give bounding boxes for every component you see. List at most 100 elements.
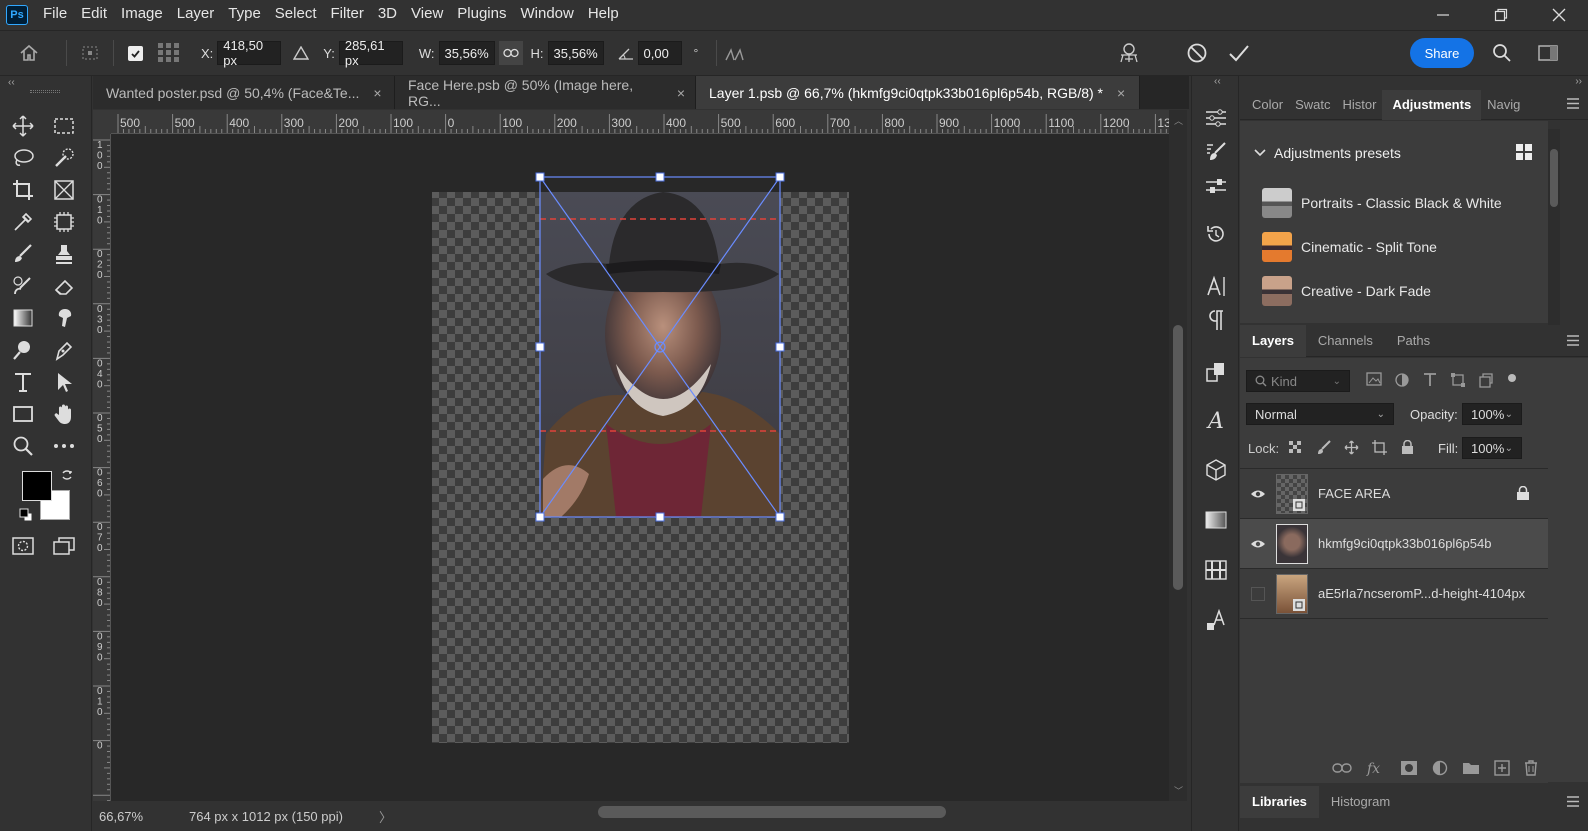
marquee-tool-icon[interactable]	[50, 112, 78, 140]
blend-mode-dropdown[interactable]: Normal ⌄	[1246, 403, 1394, 425]
stamp-tool-icon[interactable]	[50, 240, 78, 268]
doc-tab-layer1[interactable]: Layer 1.psb @ 66,7% (hkmfg9ci0qtpk33b016…	[696, 76, 1140, 109]
reference-checkbox[interactable]	[128, 45, 143, 61]
foreground-color-swatch[interactable]	[22, 471, 52, 501]
visibility-eye-icon[interactable]	[1240, 539, 1276, 549]
character-icon[interactable]	[1202, 272, 1230, 300]
delta-icon[interactable]	[293, 46, 310, 60]
history-icon[interactable]	[1202, 220, 1230, 248]
history-brush-tool-icon[interactable]	[9, 272, 37, 300]
preset-split-tone[interactable]: Cinematic - Split Tone	[1262, 231, 1437, 263]
paragraph-icon[interactable]	[1202, 306, 1230, 334]
layer-name[interactable]: FACE AREA	[1318, 486, 1390, 501]
minimize-button[interactable]	[1414, 0, 1472, 29]
canvas-area[interactable]	[111, 134, 1169, 801]
smudge-tool-icon[interactable]	[50, 304, 78, 332]
close-icon[interactable]: ×	[1117, 85, 1125, 101]
share-button[interactable]: Share	[1410, 38, 1474, 68]
grip-icon[interactable]	[30, 90, 60, 93]
menu-help[interactable]: Help	[581, 0, 626, 29]
menu-image[interactable]: Image	[114, 0, 170, 29]
glyphs-icon[interactable]	[1202, 358, 1230, 386]
menu-window[interactable]: Window	[513, 0, 580, 29]
home-icon[interactable]	[0, 43, 58, 63]
tab-history[interactable]: Histor	[1336, 90, 1382, 120]
preset-dark-fade[interactable]: Creative - Dark Fade	[1262, 275, 1431, 307]
horizontal-ruler[interactable]: 500 500 400 300 200 100 0 100 200 300 400 500 600 700…	[111, 110, 1169, 134]
panel-menu-icon[interactable]	[1566, 796, 1580, 807]
adjustments-sliders-icon[interactable]	[1202, 172, 1230, 200]
menu-edit[interactable]: Edit	[74, 0, 114, 29]
panel-menu-icon[interactable]	[1566, 98, 1580, 109]
interpolation-icon[interactable]	[725, 45, 747, 61]
reference-grid-icon[interactable]	[157, 42, 181, 64]
search-icon[interactable]	[1492, 43, 1512, 63]
cancel-transform-icon[interactable]	[1186, 42, 1208, 64]
tab-channels[interactable]: Channels	[1306, 326, 1385, 356]
vertical-scrollbar[interactable]: ︿ ﹀	[1169, 110, 1187, 801]
layer-name[interactable]: aE5rIa7ncseromP...d-height-4104px	[1318, 586, 1525, 601]
collapse-panels-icon[interactable]: ››	[1575, 76, 1582, 87]
brush-tool-icon[interactable]	[9, 240, 37, 268]
preset-bw[interactable]: Portraits - Classic Black & White	[1262, 187, 1502, 219]
eraser-tool-icon[interactable]	[50, 272, 78, 300]
layer-row-background-image[interactable]: aE5rIa7ncseromP...d-height-4104px	[1240, 569, 1548, 619]
y-position-field[interactable]: 285,61 px	[338, 38, 403, 68]
pen-tool-icon[interactable]	[50, 336, 78, 364]
restore-button[interactable]	[1472, 0, 1530, 29]
layer-row-portrait[interactable]: hkmfg9ci0qtpk33b016pl6p54b	[1240, 519, 1548, 569]
frame-tool-icon[interactable]	[50, 176, 78, 204]
close-icon[interactable]: ×	[373, 85, 381, 101]
gradient-tool-icon[interactable]	[9, 304, 37, 332]
status-menu-arrow[interactable]: 〉	[379, 807, 392, 826]
adjustments-presets-header[interactable]: Adjustments presets	[1254, 145, 1401, 161]
grid-view-icon[interactable]	[1515, 143, 1533, 161]
brush-settings-icon[interactable]	[1202, 138, 1230, 166]
default-colors-icon[interactable]	[19, 508, 33, 522]
menu-type[interactable]: Type	[221, 0, 268, 29]
commit-transform-icon[interactable]	[1228, 43, 1250, 63]
close-icon[interactable]: ×	[677, 85, 685, 101]
reference-point-icon[interactable]	[75, 44, 105, 62]
vertical-scroll-thumb[interactable]	[1173, 325, 1183, 590]
quick-mask-icon[interactable]	[9, 532, 37, 560]
height-field[interactable]: 35,56%	[547, 41, 604, 65]
layer-row-face-area[interactable]: FACE AREA	[1240, 469, 1548, 519]
portrait-photo[interactable]	[540, 192, 780, 517]
menu-3d[interactable]: 3D	[371, 0, 404, 29]
angle-field[interactable]: 0,00	[637, 41, 682, 65]
ruler-corner[interactable]	[93, 110, 111, 134]
width-field[interactable]: 35,56%	[438, 41, 495, 65]
tab-paths[interactable]: Paths	[1385, 326, 1442, 356]
character-styles-icon[interactable]: A	[1202, 406, 1230, 434]
zoom-level[interactable]: 66,67%	[99, 809, 177, 824]
move-tool-icon[interactable]	[9, 112, 37, 140]
zoom-tool-icon[interactable]	[9, 432, 37, 460]
menu-layer[interactable]: Layer	[170, 0, 222, 29]
presets-scrollbar[interactable]	[1548, 129, 1560, 325]
tab-color[interactable]: Color	[1246, 90, 1289, 120]
quick-selection-tool-icon[interactable]	[50, 144, 78, 172]
doc-tab-wanted-poster[interactable]: Wanted poster.psd @ 50,4% (Face&Te... ×	[93, 76, 395, 109]
menu-file[interactable]: File	[36, 0, 74, 29]
workspace-icon[interactable]	[1538, 45, 1558, 61]
more-tools-icon[interactable]	[50, 432, 78, 460]
dodge-tool-icon[interactable]	[9, 336, 37, 364]
path-selection-tool-icon[interactable]	[50, 368, 78, 396]
properties-icon[interactable]	[1202, 104, 1230, 132]
vertical-ruler[interactable]: 1000100200300400500600700800900100	[93, 134, 111, 801]
patterns-icon[interactable]	[1202, 556, 1230, 584]
warp-icon[interactable]	[1118, 42, 1140, 64]
swap-colors-icon[interactable]	[60, 468, 74, 482]
tab-libraries[interactable]: Libraries	[1240, 786, 1319, 818]
menu-plugins[interactable]: Plugins	[450, 0, 513, 29]
fill-field[interactable]: 100% ⌄	[1462, 437, 1522, 459]
panel-menu-icon[interactable]	[1566, 335, 1580, 346]
close-window-button[interactable]	[1530, 0, 1588, 29]
tab-layers[interactable]: Layers	[1240, 324, 1306, 357]
eyedropper-tool-icon[interactable]	[9, 208, 37, 236]
menu-select[interactable]: Select	[268, 0, 324, 29]
menu-filter[interactable]: Filter	[324, 0, 371, 29]
object-selection-tool-icon[interactable]	[50, 208, 78, 236]
gradients-icon[interactable]	[1202, 506, 1230, 534]
